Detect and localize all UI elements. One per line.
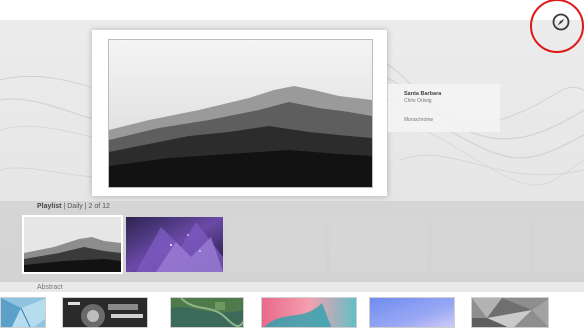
artwork-artist: Chris Ortwig	[404, 98, 432, 104]
artwork-collection[interactable]: Monochrome	[404, 117, 433, 123]
category-thumb-aerial-green[interactable]	[170, 297, 244, 328]
artwork-info-card: Santa Barbara Chris Ortwig Monochrome	[388, 84, 500, 132]
highlight-circle	[530, 0, 584, 53]
category-thumb-pink-teal-abstract[interactable]	[261, 297, 357, 328]
playlist-separator: |	[63, 203, 66, 210]
playlist-thumb-empty[interactable]	[534, 217, 584, 272]
app-window: Santa Barbara Chris Ortwig Monochrome Pl…	[0, 0, 584, 328]
category-thumb-motorcycle-engine[interactable]	[62, 297, 148, 328]
current-artwork-image	[108, 39, 373, 188]
playlist-schedule[interactable]: Daily	[67, 203, 83, 210]
playlist-position: 2 of 12	[88, 203, 110, 210]
playlist-label: Playlist	[37, 203, 62, 210]
category-header-strip	[0, 282, 584, 292]
playlist-header: Playlist | Daily | 2 of 12	[37, 203, 110, 210]
playlist-separator: |	[84, 203, 87, 210]
category-thumb-blue-glass[interactable]	[0, 297, 46, 328]
category-label[interactable]: Abstract	[37, 284, 63, 291]
artwork-title: Santa Barbara	[404, 91, 442, 97]
playlist-thumb-purple-crystal[interactable]	[126, 217, 223, 272]
playlist-thumb-empty[interactable]	[228, 217, 325, 272]
category-thumb-blue-gradient[interactable]	[369, 297, 455, 328]
playlist-thumb-misty-mountains[interactable]	[24, 217, 121, 272]
playlist-thumb-empty[interactable]	[330, 217, 427, 272]
category-thumb-gray-low-poly[interactable]	[471, 297, 549, 328]
playlist-thumb-empty[interactable]	[432, 217, 529, 272]
artwork-frame[interactable]	[92, 30, 387, 196]
